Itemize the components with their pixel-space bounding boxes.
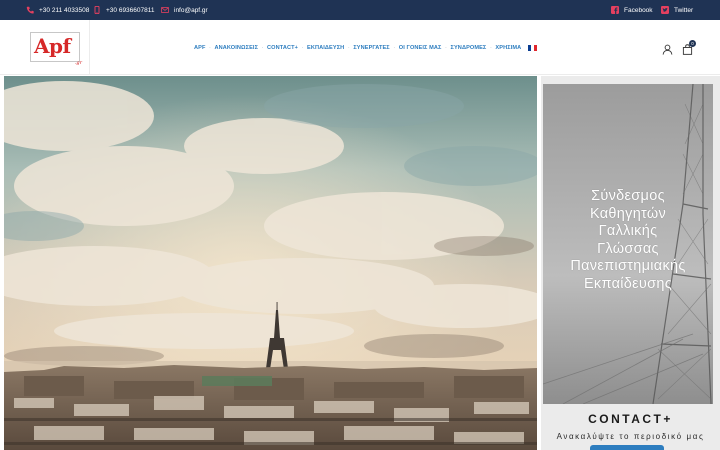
nav-separator: · <box>490 44 492 51</box>
association-name-line: Γαλλικής <box>598 223 658 239</box>
nav-item-subscriptions[interactable]: ΣΥΝΔΡΟΜΕΣ <box>451 45 487 51</box>
twitter-label: Twitter <box>674 6 694 14</box>
logo-suffix: .gr <box>74 60 82 66</box>
top-bar: +30 211 4033508 +30 6936607811 info@apf.… <box>0 0 720 20</box>
phone-number: +30 211 4033508 <box>39 6 90 14</box>
nav-item-education[interactable]: ΕΚΠΑΙΔΕΥΣΗ <box>307 45 344 51</box>
email-address: info@apf.gr <box>174 6 208 14</box>
contact-plus-button[interactable] <box>590 445 664 450</box>
twitter-link[interactable]: Twitter <box>661 0 693 20</box>
contact-plus-subtitle: Ανακαλύψτε το περιοδικό μας <box>556 432 705 441</box>
nav-item-contact-plus[interactable]: CONTACT+ <box>267 45 298 51</box>
user-icon[interactable] <box>662 42 673 55</box>
association-name-line: Γλώσσας <box>597 240 659 257</box>
association-side-panel: Σύνδεσμος Καθηγητών Γαλλικής Γλώσσας Παν… <box>541 76 720 450</box>
mobile-link[interactable]: +30 6936607811 <box>93 0 155 20</box>
mobile-number: +30 6936607811 <box>106 6 155 14</box>
logo-area: Apf .gr <box>0 20 90 75</box>
hero-image-paris-skyline <box>4 76 537 450</box>
nav-separator: · <box>445 44 447 51</box>
association-name: Σύνδεσμος Καθηγητών Γαλλικής Γλώσσας Παν… <box>545 188 711 293</box>
contact-plus-title: CONTACT+ <box>588 412 673 426</box>
phone-icon <box>26 6 34 14</box>
main-navigation: APF · ΑΝΑΚΟΙΝΩΣΕΙΣ · CONTACT+ · ΕΚΠΑΙΔΕΥ… <box>194 20 538 75</box>
french-flag-icon[interactable] <box>528 44 538 51</box>
nav-separator: · <box>347 44 350 51</box>
nav-item-parents[interactable]: ΟΙ ΓΟΝΕΙΣ ΜΑΣ <box>399 45 442 51</box>
facebook-link[interactable]: Facebook <box>611 0 653 20</box>
facebook-label: Facebook <box>624 6 653 14</box>
association-name-line: Καθηγητών <box>589 205 667 222</box>
nav-separator: · <box>393 44 396 51</box>
site-header: Apf .gr APF · ΑΝΑΚΟΙΝΩΣΕΙΣ · CONTACT+ · … <box>0 20 720 75</box>
nav-item-partners[interactable]: ΣΥΝΕΡΓΑΤΕΣ <box>353 45 389 51</box>
association-name-line: Σύνδεσμος <box>591 188 665 204</box>
nav-separator: · <box>261 44 264 51</box>
association-name-line: Πανεπιστημιακής <box>570 258 686 274</box>
mobile-icon <box>93 6 101 14</box>
association-name-line: Εκπαίδευσης <box>583 275 673 292</box>
nav-separator: · <box>301 44 304 51</box>
cart-count-badge: 0 <box>689 40 696 47</box>
nav-item-apf[interactable]: APF <box>194 45 206 51</box>
nav-item-useful[interactable]: ΧΡΗΣΙΜΑ <box>495 45 521 51</box>
nav-item-announcements[interactable]: ΑΝΑΚΟΙΝΩΣΕΙΣ <box>215 45 259 51</box>
site-logo[interactable]: Apf .gr <box>30 32 82 66</box>
email-link[interactable]: info@apf.gr <box>161 0 208 20</box>
facebook-icon <box>611 6 619 14</box>
mail-icon <box>161 6 169 14</box>
nav-separator: · <box>209 44 211 51</box>
phone-link[interactable]: +30 211 4033508 <box>26 0 89 20</box>
logo-text: Apf <box>34 34 71 58</box>
twitter-icon <box>661 6 669 14</box>
